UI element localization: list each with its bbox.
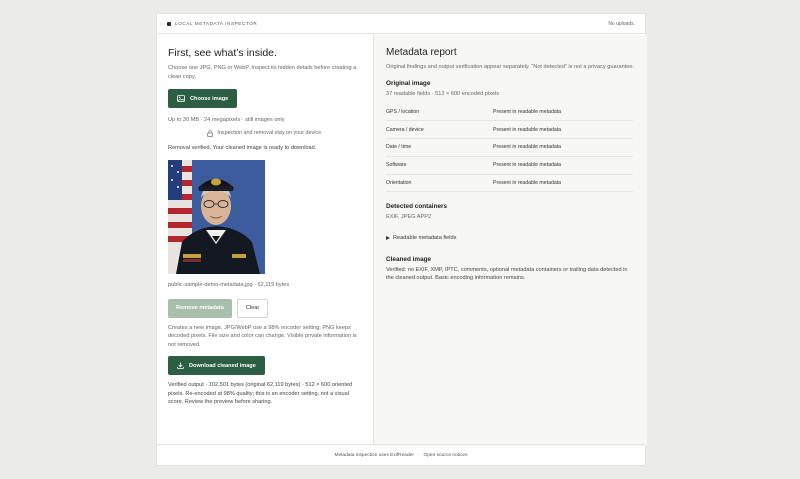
footer: Metadata inspection uses ExifReader · Op… [157, 444, 645, 465]
triangle-right-icon [386, 235, 390, 240]
containers-heading: Detected containers [386, 203, 448, 211]
field-status: Present in readable metadata [493, 156, 633, 175]
download-cleaned-button[interactable]: Download cleaned image [168, 356, 265, 375]
choose-image-label: Choose image [190, 95, 229, 102]
brand-mark-icon [167, 21, 171, 26]
top-bar: LOCAL METADATA INSPECTOR No uploads. [157, 14, 645, 34]
privacy-note: Inspection and removal stay on your devi… [168, 129, 362, 137]
image-preview [168, 160, 265, 274]
cleaned-text: Verified: no EXIF, XMP, IPTC, comments, … [386, 266, 628, 282]
table-row: Camera / device Present in readable meta… [386, 120, 633, 140]
field-status: Present in readable metadata [493, 103, 633, 122]
metadata-report-panel: Metadata report Original findings and ou… [374, 35, 647, 446]
table-row: GPS / location Present in readable metad… [386, 103, 633, 122]
privacy-note-text: Inspection and removal stay on your devi… [217, 130, 323, 136]
intro-text: Choose one JPG, PNG or WebP. Inspect its… [168, 65, 357, 80]
removal-status: Removal verified. Your cleaned image is … [168, 144, 317, 151]
image-icon [177, 95, 185, 102]
brand: LOCAL METADATA INSPECTOR [167, 21, 257, 26]
table-row: Orientation Present in readable metadata [386, 174, 633, 193]
table-row: Date / time Present in readable metadata [386, 138, 633, 157]
open-source-notices-link[interactable]: Open source notices [424, 453, 468, 458]
report-title: Metadata report [386, 47, 457, 58]
containers-value: EXIF, JPEG APP2 [386, 214, 432, 221]
field-status: Present in readable metadata [493, 174, 633, 193]
panel-heading: First, see what’s inside. [168, 47, 277, 59]
limits-text: Up to 30 MB · 24 megapixels · still imag… [168, 117, 285, 123]
download-cleaned-label: Download cleaned image [189, 362, 256, 369]
app-title: LOCAL METADATA INSPECTOR [175, 21, 258, 26]
verified-output: Verified output · 102,501 bytes (origina… [168, 382, 353, 405]
file-caption: public-sample-demo-metadata.jpg · 62,119… [168, 282, 290, 288]
footer-separator: · [417, 452, 420, 458]
app-frame: LOCAL METADATA INSPECTOR No uploads. Fir… [156, 13, 647, 466]
readable-fields-toggle[interactable]: Readable metadata fields [386, 235, 635, 241]
choose-image-button[interactable]: Choose image [168, 89, 238, 108]
lock-icon [207, 129, 214, 137]
field-name: Orientation [386, 174, 493, 193]
table-row: Software Present in readable metadata [386, 156, 633, 175]
uploads-status: No uploads. [608, 20, 635, 27]
field-name: Date / time [386, 138, 493, 157]
field-status: Present in readable metadata [493, 138, 633, 157]
field-status: Present in readable metadata [493, 120, 633, 140]
field-name: GPS / location [386, 103, 493, 122]
cleaned-image-heading: Cleaned image [386, 255, 432, 263]
download-icon [177, 362, 184, 369]
original-summary: 37 readable fields · 512 × 600 encoded p… [386, 90, 500, 97]
metadata-fields-table: GPS / location Present in readable metad… [386, 103, 633, 193]
action-row: Remove metadata Clear [168, 298, 362, 318]
inspect-panel: First, see what’s inside. Choose one JPG… [157, 35, 374, 446]
portrait-image [168, 160, 265, 274]
encoder-note: Creates a new image. JPG/WebP use a 98% … [168, 324, 357, 348]
footer-credit: Metadata inspection uses ExifReader [334, 452, 414, 458]
remove-metadata-button[interactable]: Remove metadata [168, 298, 232, 318]
readable-fields-label: Readable metadata fields [393, 234, 457, 241]
report-subtitle: Original findings and output verificatio… [386, 64, 635, 70]
field-name: Camera / device [386, 120, 493, 140]
clear-button[interactable]: Clear [236, 298, 269, 318]
field-name: Software [386, 156, 493, 175]
original-image-heading: Original image [386, 79, 431, 87]
